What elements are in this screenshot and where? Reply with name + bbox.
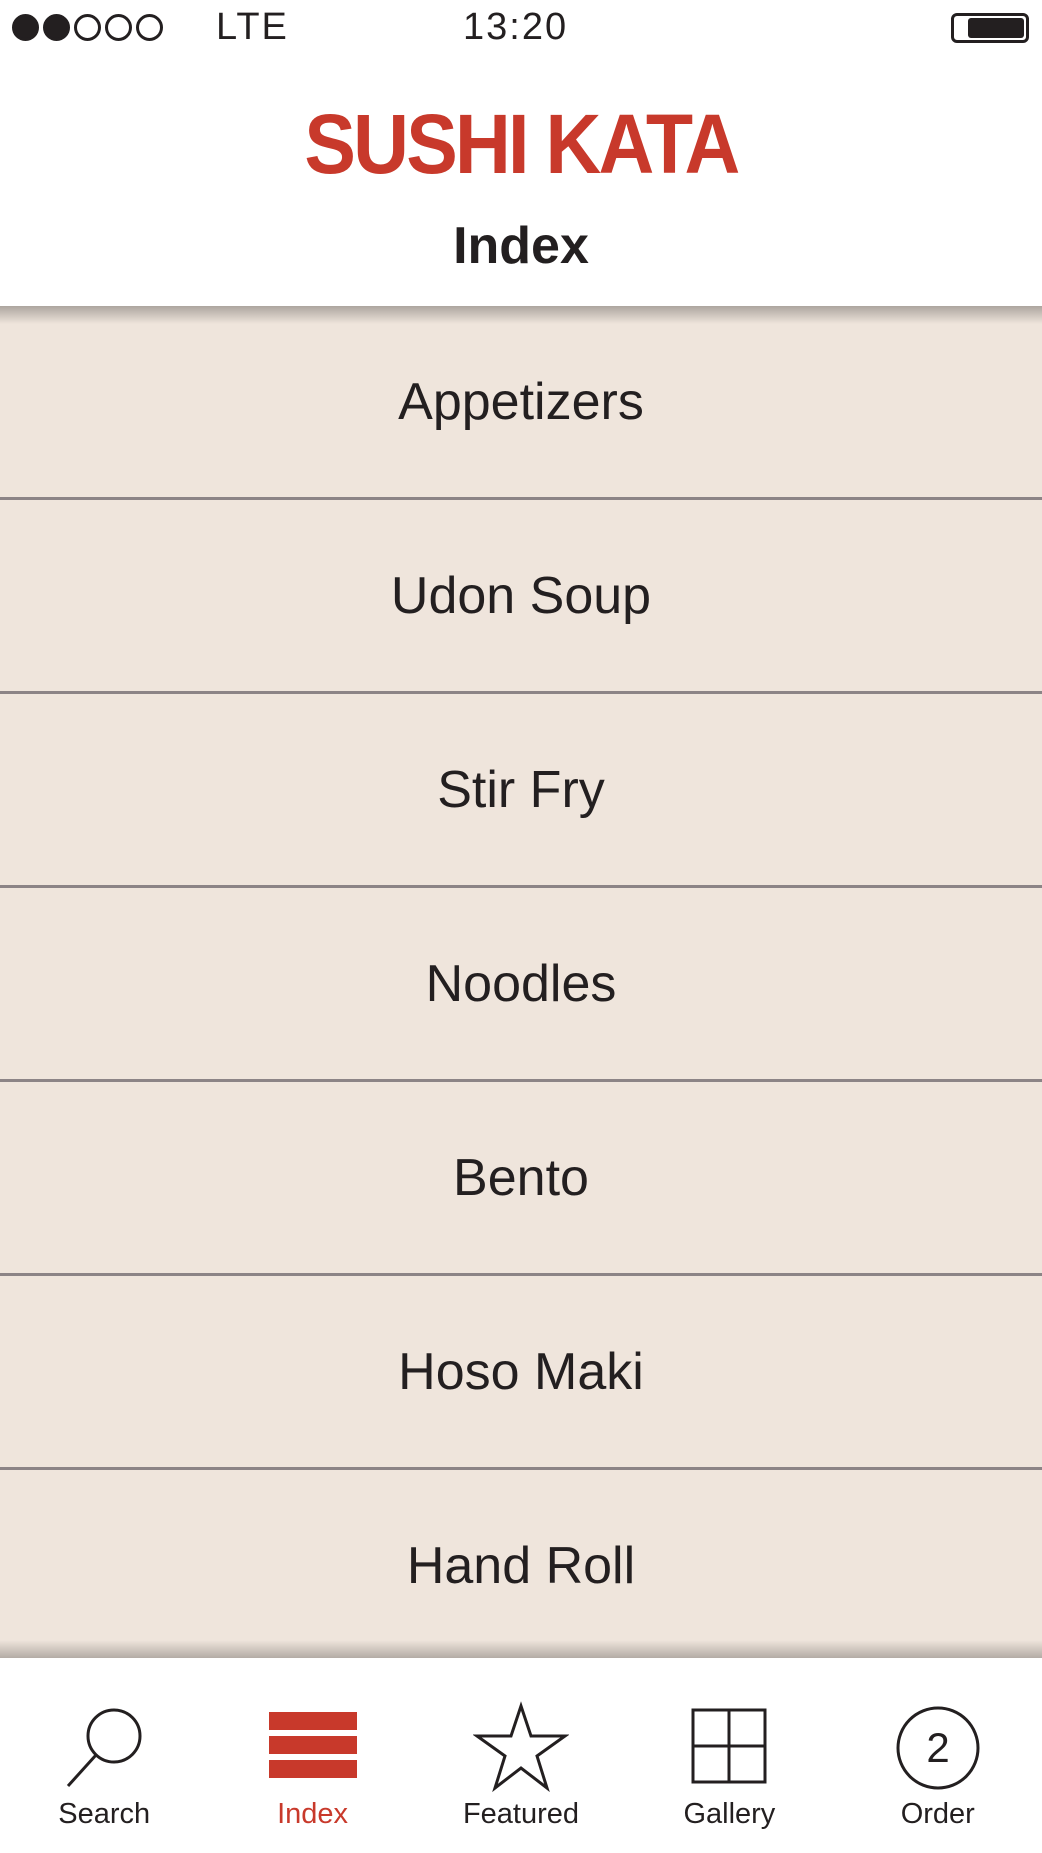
- menu-item-hand-roll[interactable]: Hand Roll: [0, 1470, 1042, 1658]
- brand-logo: SUSHI KATA: [304, 97, 740, 191]
- header-shadow: [0, 306, 1042, 324]
- search-icon: [56, 1700, 152, 1796]
- tab-index[interactable]: Index: [208, 1658, 416, 1853]
- star-icon: [472, 1700, 569, 1796]
- order-count-badge: 2: [926, 1724, 949, 1771]
- signal-dot: [74, 14, 101, 41]
- menu-category-list: Appetizers Udon Soup Stir Fry Noodles Be…: [0, 306, 1042, 1658]
- menu-item-udon-soup[interactable]: Udon Soup: [0, 500, 1042, 694]
- tab-search[interactable]: Search: [0, 1658, 208, 1853]
- signal-dot: [43, 14, 70, 41]
- battery-icon: [951, 13, 1029, 43]
- menu-item-bento[interactable]: Bento: [0, 1082, 1042, 1276]
- grid-icon: [681, 1700, 777, 1796]
- battery-level: [968, 18, 1024, 38]
- signal-dot: [12, 14, 39, 41]
- tab-featured[interactable]: Featured: [417, 1658, 625, 1853]
- app-header: SUSHI KATA Index: [0, 58, 1042, 306]
- tab-label: Gallery: [683, 1798, 776, 1830]
- list-icon: [265, 1700, 361, 1796]
- menu-item-stir-fry[interactable]: Stir Fry: [0, 694, 1042, 888]
- tab-label: Order: [900, 1798, 975, 1830]
- carrier-label: LTE: [216, 6, 289, 48]
- status-bar: LTE 13:20: [0, 0, 1042, 58]
- menu-item-appetizers[interactable]: Appetizers: [0, 306, 1042, 500]
- tab-gallery[interactable]: Gallery: [625, 1658, 833, 1853]
- tab-label: Featured: [462, 1798, 580, 1830]
- signal-dot: [136, 14, 163, 41]
- tab-bar: Search Index Featured Gallery 2 Order: [0, 1658, 1042, 1853]
- tab-bar-shadow: [0, 1640, 1042, 1658]
- menu-item-noodles[interactable]: Noodles: [0, 888, 1042, 1082]
- signal-strength-icon: [12, 14, 163, 41]
- tab-order[interactable]: 2 Order: [834, 1658, 1042, 1853]
- order-count-icon: 2: [890, 1700, 986, 1796]
- tab-label: Search: [58, 1798, 151, 1830]
- tab-label: Index: [277, 1798, 349, 1830]
- clock: 13:20: [463, 6, 569, 48]
- signal-dot: [105, 14, 132, 41]
- menu-item-hoso-maki[interactable]: Hoso Maki: [0, 1276, 1042, 1470]
- page-title: Index: [453, 217, 589, 275]
